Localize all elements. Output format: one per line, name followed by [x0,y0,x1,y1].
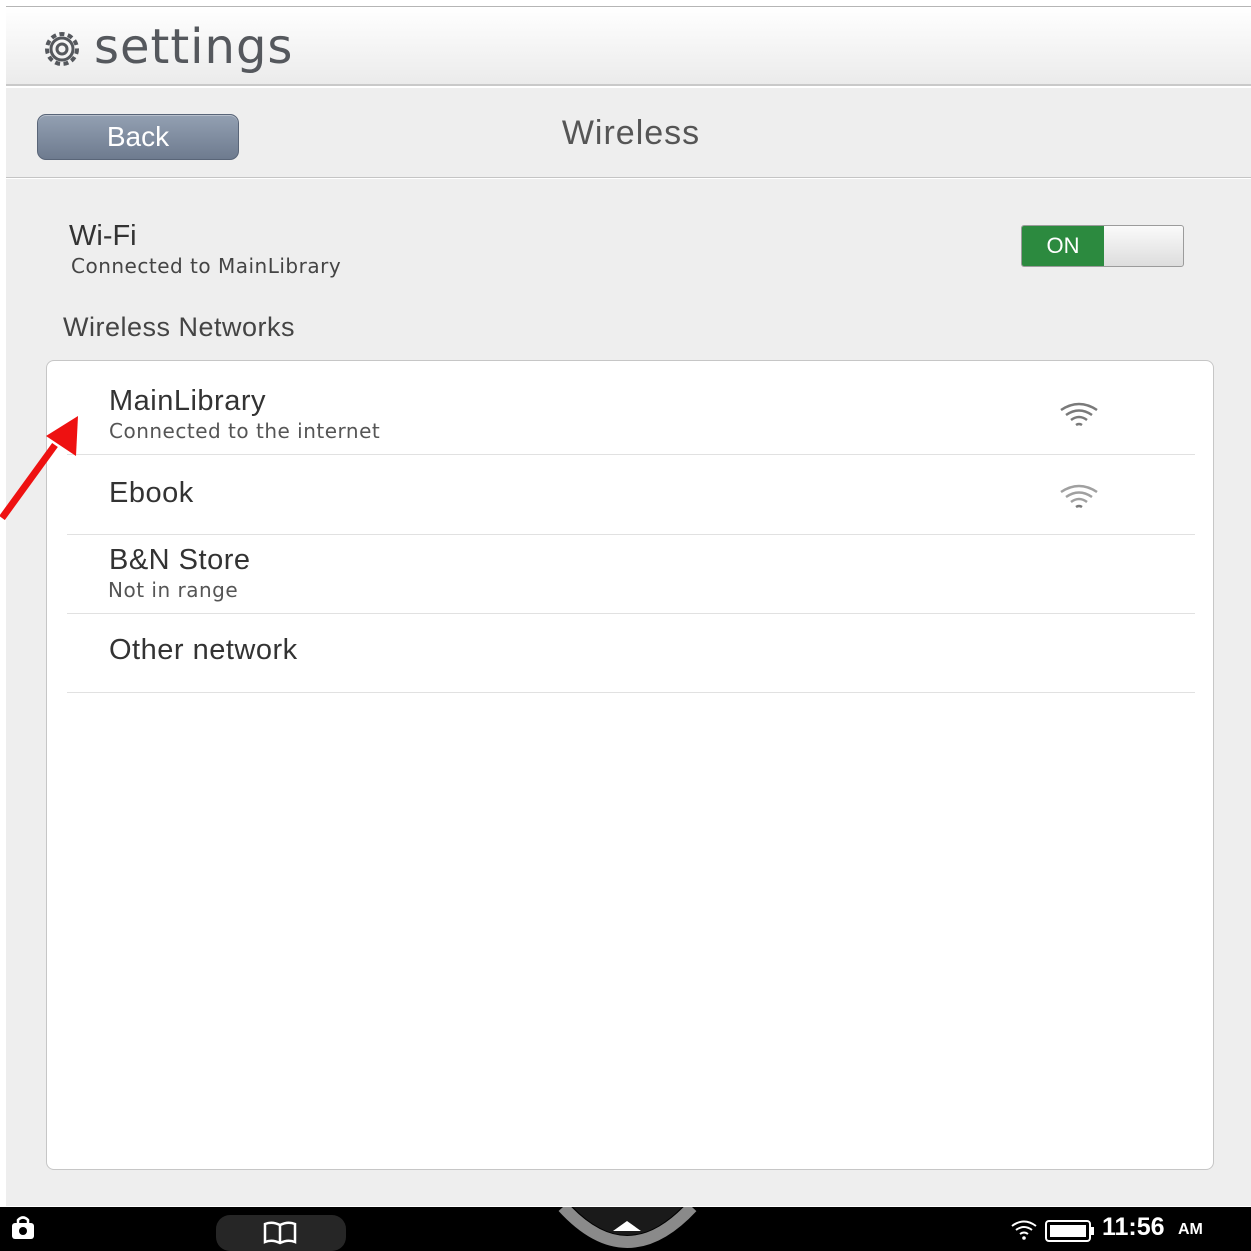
wifi-status-icon [1011,1220,1037,1240]
annotation-arrow-icon [0,416,78,520]
wifi-toggle[interactable]: ON [1021,225,1184,267]
networks-list: MainLibrary Connected to the internet Eb… [46,360,1214,1170]
network-item-mainlibrary[interactable]: MainLibrary Connected to the internet [67,361,1195,455]
book-icon [263,1221,297,1245]
network-status: Not in range [108,578,239,602]
status-clock: 11:56 [1102,1213,1165,1241]
network-item-bn-store[interactable]: B&N Store Not in range [67,535,1195,614]
system-nav-bar: 11:56 AM [0,1207,1251,1251]
network-item-other[interactable]: Other network [67,614,1195,693]
wifi-status: Connected to MainLibrary [71,254,342,278]
battery-icon [1045,1220,1094,1242]
shopping-bag-icon[interactable] [10,1215,36,1241]
wireless-header: Back Wireless [6,88,1251,178]
wifi-label: Wi-Fi [69,220,137,252]
network-name: Ebook [109,477,194,509]
app-title: settings [94,19,294,75]
back-button[interactable]: Back [37,114,239,160]
settings-content: Wi-Fi Connected to MainLibrary ON Wirele… [6,179,1251,1206]
status-ampm: AM [1178,1221,1203,1238]
page-title: Wireless [561,114,701,152]
wifi-signal-icon [1060,402,1098,427]
network-name: MainLibrary [109,385,266,417]
wifi-toggle-on-label: ON [1022,226,1104,266]
library-button[interactable] [216,1215,346,1251]
network-status: Connected to the internet [109,419,381,443]
wireless-networks-title: Wireless Networks [63,312,296,342]
network-name: Other network [109,634,298,666]
gear-icon [45,32,79,66]
home-n-button[interactable] [555,1207,700,1251]
app-title-bar: settings [6,6,1251,86]
network-item-ebook[interactable]: Ebook [67,455,1195,535]
wifi-signal-icon [1060,484,1098,509]
network-name: B&N Store [109,544,251,576]
